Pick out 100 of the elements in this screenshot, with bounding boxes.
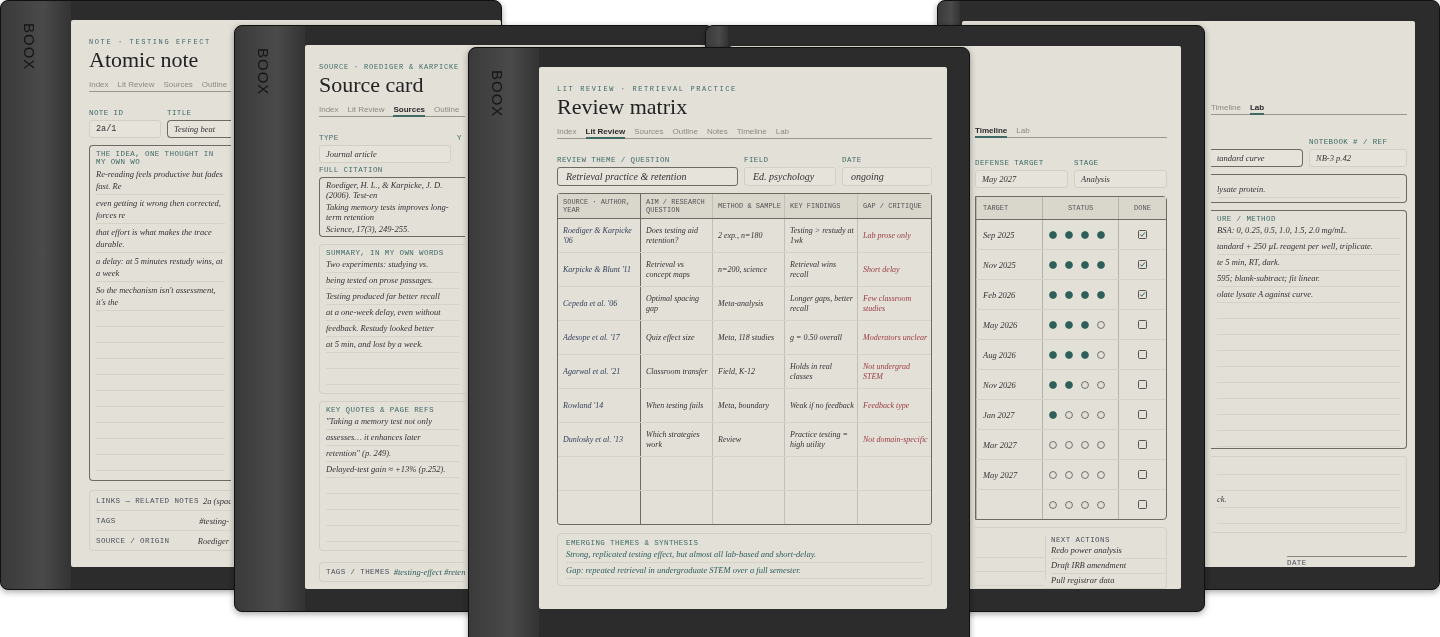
table-cell-text: Holds in real classes <box>790 362 833 381</box>
handwritten-line: feedback. Restudy looked better <box>326 323 459 337</box>
handwritten-line: "Taking a memory test not only <box>326 416 459 430</box>
input-field[interactable]: ongoing <box>842 167 932 186</box>
checkbox[interactable] <box>1138 260 1147 269</box>
table-cell: Moderators unclear <box>863 332 928 343</box>
table-cell: Jan 2027 <box>983 409 1015 420</box>
table-cell-text: Practice testing = high utility <box>790 430 849 449</box>
table-cell: Quiz effect size <box>646 332 695 343</box>
dot-icon <box>1049 470 1057 479</box>
table-cell: 2 exp., n=180 <box>718 230 763 241</box>
input-field[interactable]: Testing beat <box>167 120 231 138</box>
handwritten-line: being tested on prose passages. <box>326 275 459 289</box>
handwritten-line: So the mechanism isn't assessment, it's the <box>96 284 225 311</box>
handwritten-line: Strong, replicated testing effect, but almost all lab-based and short-delay. <box>566 549 923 563</box>
handwritten-line: Two experiments: studying vs. <box>326 259 459 273</box>
handwritten-line: a delay: at 5 minutes restudy wins, at a week <box>96 255 225 282</box>
input-field[interactable]: NB-3 p.42 <box>1309 149 1407 167</box>
handwritten-line: 595; blank-subtract; fit linear. <box>1217 273 1400 288</box>
table-cell: Karpicke & Blunt '11 <box>563 264 631 275</box>
dot-icon <box>1065 500 1073 509</box>
table-cell: Adesope et al. '17 <box>563 332 620 343</box>
action-item: Pull registrar data <box>1051 575 1166 588</box>
dot-icon <box>1065 410 1073 419</box>
citation-field[interactable]: Roediger, H. L., & Karpicke, J. D. (2006). Test-en Taking memory tests improves long-term retention Science, 17(3), 249-255. <box>319 177 465 237</box>
dot-icon <box>1049 500 1057 509</box>
dot-icon <box>1097 440 1105 449</box>
checkbox[interactable] <box>1138 290 1147 299</box>
table-cell: Feedback type <box>863 400 910 411</box>
checkbox[interactable] <box>1138 410 1147 419</box>
handwritten-line: ck. <box>1217 493 1400 509</box>
table-cell: Not domain-specific <box>863 434 928 445</box>
dot-icon <box>1065 230 1073 239</box>
tab[interactable]: Lab <box>1249 103 1265 115</box>
handwritten-line: Taking memory tests improves long-term retention <box>326 202 450 222</box>
table-cell: Testing > restudy at 1wk <box>790 226 854 245</box>
page-title: Source card <box>319 74 425 96</box>
checkbox[interactable] <box>1138 380 1147 389</box>
dot-icon <box>1049 230 1057 239</box>
checkbox[interactable] <box>1138 320 1147 329</box>
dot-icon <box>1097 410 1105 419</box>
table-cell: Sep 2025 <box>983 229 1015 240</box>
checkbox[interactable] <box>1138 500 1147 509</box>
action-item: Redo power analysis <box>1051 545 1166 559</box>
tab[interactable]: Sources <box>393 105 426 117</box>
dot-icon <box>1065 350 1073 359</box>
input-field[interactable]: Analysis <box>1074 170 1167 188</box>
handwritten-line: te 5 min, RT, dark. <box>1217 257 1400 272</box>
table-cell-text: Not undergrad STEM <box>863 362 912 381</box>
dot-icon <box>1065 320 1073 329</box>
table-cell: Meta-analysis <box>718 298 764 309</box>
table-cell-text: Roediger & Karpicke '06 <box>563 226 633 245</box>
dot-icon <box>1097 380 1105 389</box>
input-field[interactable]: Journal article <box>319 145 451 163</box>
table-cell: Nov 2025 <box>983 259 1016 270</box>
table-cell-text: Which strategies work <box>646 430 701 449</box>
dot-icon <box>1081 350 1089 359</box>
table-cell-text: Does testing aid retention? <box>646 226 699 245</box>
table-cell: Meta, boundary <box>718 400 770 411</box>
dot-icon <box>1081 290 1089 299</box>
dot-icon <box>1097 320 1105 329</box>
input-field[interactable]: tandard curve <box>1211 149 1303 167</box>
dot-icon <box>1097 230 1105 239</box>
input-field[interactable]: Retrieval practice & retention <box>557 167 738 186</box>
row-value: Roediger <box>197 535 229 546</box>
dot-icon <box>1065 380 1073 389</box>
dot-icon <box>1081 260 1089 269</box>
checkbox[interactable] <box>1138 350 1147 359</box>
checkbox[interactable] <box>1138 470 1147 479</box>
input-field[interactable]: 2a/1 <box>89 120 161 138</box>
table-cell: Meta, 118 studies <box>718 332 775 343</box>
table-cell: Classroom transfer <box>646 366 708 377</box>
handwritten-line: that effort is what makes the trace durable. <box>96 226 225 253</box>
dot-icon <box>1049 410 1057 419</box>
dot-icon <box>1049 440 1057 449</box>
table-cell: Mar 2027 <box>983 439 1017 450</box>
table-cell: Lab prose only <box>863 230 911 241</box>
table-cell: Nov 2026 <box>983 379 1016 390</box>
checkbox[interactable] <box>1138 230 1147 239</box>
dot-icon <box>1065 290 1073 299</box>
handwritten-line: BSA: 0, 0.25, 0.5, 1.0, 1.5, 2.0 mg/mL. <box>1217 225 1400 240</box>
table-cell: Longer gaps, better recall <box>790 294 854 313</box>
checkbox[interactable] <box>1138 440 1147 449</box>
tag-list: #testing-effect #reten <box>393 567 465 577</box>
dot-icon <box>1065 260 1073 269</box>
input-field[interactable]: May 2027 <box>975 170 1068 188</box>
tab[interactable]: Timeline <box>975 126 1008 138</box>
handwritten-line: at a one-week delay, even without <box>326 307 459 321</box>
table-cell: n=200, science <box>718 264 767 275</box>
table-cell: May 2027 <box>983 469 1018 480</box>
tab[interactable]: Lit Review <box>585 127 626 139</box>
input-field[interactable]: Ed. psychology <box>744 167 836 186</box>
handwritten-line: retention" (p. 249). <box>326 448 459 462</box>
table-cell-text: Retrieval vs concept maps <box>646 260 691 279</box>
row-value: 2a (spac <box>202 495 231 506</box>
dot-icon <box>1081 440 1089 449</box>
dot-icon <box>1081 410 1089 419</box>
page-title: Atomic note <box>89 49 200 71</box>
handwritten-line: lysate protein. <box>1217 183 1400 199</box>
table-cell: Cepeda et al. '06 <box>563 298 618 309</box>
